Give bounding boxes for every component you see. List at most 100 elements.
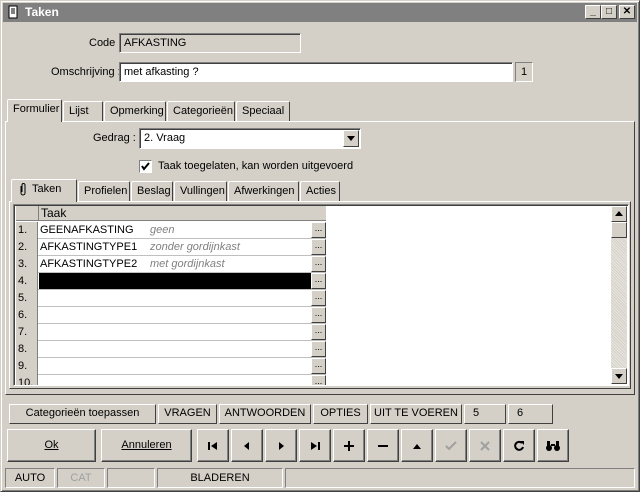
next-record-icon — [279, 441, 284, 450]
table-row[interactable]: 2. AFKASTINGTYPE1 zonder gordijnkast... — [16, 239, 326, 256]
tab-opmerking[interactable]: Opmerking — [104, 101, 166, 121]
row-number: 7. — [16, 324, 38, 341]
table-row[interactable]: 1. GEENAFKASTING geen... — [16, 222, 326, 239]
taak-toegelaten-label: Taak toegelaten, kan worden uitgevoerd — [158, 160, 354, 172]
table-row[interactable]: 10.... — [16, 375, 326, 385]
tab-afwerkingen[interactable]: Afwerkingen — [228, 181, 299, 201]
table-row[interactable]: 3. AFKASTINGTYPE2 met gordijnkast... — [16, 256, 326, 273]
dropdown-button[interactable] — [343, 130, 359, 147]
up-button[interactable] — [401, 429, 433, 462]
omschrijving-count: 1 — [515, 62, 533, 82]
row-description: zonder gordijnkast — [150, 241, 240, 253]
taken-grid: Taak 1. GEENAFKASTING geen... 2. AFKASTINGTY… — [13, 204, 629, 386]
row-value[interactable]: AFKASTINGTYPE2 — [40, 256, 137, 272]
row-ellipsis-button[interactable]: ... — [311, 375, 326, 385]
tab-formulier[interactable]: Formulier — [7, 99, 62, 122]
tab-profielen[interactable]: Profielen — [78, 181, 130, 201]
row-ellipsis-button[interactable]: ... — [311, 307, 326, 323]
row-ellipsis-button[interactable]: ... — [311, 256, 326, 272]
delete-icon — [378, 444, 388, 447]
vertical-scrollbar[interactable] — [611, 206, 627, 384]
gedrag-select[interactable]: 2. Vraag — [139, 128, 361, 149]
table-row[interactable]: 4.... — [16, 273, 326, 290]
tab-vullingen[interactable]: Vullingen — [174, 181, 227, 201]
refresh-icon — [514, 440, 524, 451]
row-description: geen — [150, 224, 175, 236]
status-mode: BLADEREN — [157, 468, 283, 488]
close-button[interactable]: ✕ — [619, 5, 635, 19]
tab-taken[interactable]: Taken — [11, 179, 77, 202]
row-value[interactable] — [39, 273, 311, 289]
row-ellipsis-button[interactable]: ... — [311, 239, 326, 255]
ok-button[interactable]: Ok — [7, 429, 96, 462]
up-icon — [413, 443, 421, 449]
chevron-down-icon — [347, 136, 355, 141]
row-ellipsis-button[interactable]: ... — [311, 222, 326, 238]
minimize-icon: _ — [590, 6, 596, 17]
button-6[interactable]: 6 — [508, 404, 553, 424]
categorieen-toepassen-button[interactable]: Categorieën toepassen — [9, 404, 156, 424]
document-icon — [6, 5, 20, 19]
opties-button[interactable]: OPTIES — [313, 404, 368, 424]
row-ellipsis-button[interactable]: ... — [311, 341, 326, 357]
row-value[interactable]: GEENAFKASTING — [40, 222, 134, 238]
paperclip-icon — [20, 183, 26, 196]
column-header-taak[interactable]: Taak — [38, 206, 326, 221]
window: Taken _ □ ✕ Code : AFKASTING Omschrijvin… — [0, 0, 640, 492]
taak-toegelaten-checkbox[interactable] — [139, 160, 152, 173]
last-record-button[interactable] — [299, 429, 331, 462]
checkmark-icon — [141, 162, 150, 171]
tab-categorieen[interactable]: Categorieën — [167, 101, 235, 121]
scroll-down-button[interactable] — [611, 368, 627, 384]
uit-te-voeren-button[interactable]: UIT TE VOEREN — [370, 404, 462, 424]
scroll-thumb[interactable] — [611, 222, 627, 238]
row-ellipsis-button[interactable]: ... — [311, 290, 326, 306]
button-5[interactable]: 5 — [464, 404, 506, 424]
omschrijving-field[interactable]: met afkasting ? — [119, 62, 513, 82]
row-number: 10. — [16, 375, 38, 385]
code-field[interactable]: AFKASTING — [119, 33, 301, 53]
cancel-button[interactable] — [469, 429, 501, 462]
delete-button[interactable] — [367, 429, 399, 462]
vragen-button[interactable]: VRAGEN — [158, 404, 217, 424]
tab-speciaal[interactable]: Speciaal — [236, 101, 290, 121]
previous-record-icon — [244, 441, 249, 450]
omschrijving-label: Omschrijving : — [51, 66, 121, 78]
tab-acties[interactable]: Acties — [300, 181, 340, 201]
maximize-icon: □ — [605, 6, 613, 17]
add-button[interactable] — [333, 429, 365, 462]
table-row[interactable]: 5.... — [16, 290, 326, 307]
table-row[interactable]: 8.... — [16, 341, 326, 358]
search-binoculars-icon — [546, 440, 560, 451]
status-empty-2 — [285, 468, 635, 488]
row-ellipsis-button[interactable]: ... — [311, 358, 326, 374]
confirm-button[interactable] — [435, 429, 467, 462]
annuleren-button[interactable]: Annuleren — [101, 429, 192, 462]
row-number: 2. — [16, 239, 38, 256]
tab-lijst[interactable]: Lijst — [63, 101, 103, 121]
maximize-button[interactable]: □ — [601, 5, 617, 19]
arrow-up-icon — [615, 211, 623, 216]
table-row[interactable]: 9.... — [16, 358, 326, 375]
tab-beslag[interactable]: Beslag — [131, 181, 173, 201]
row-ellipsis-button[interactable]: ... — [311, 324, 326, 340]
close-icon: ✕ — [622, 6, 632, 17]
next-record-button[interactable] — [265, 429, 297, 462]
refresh-button[interactable] — [503, 429, 535, 462]
table-row[interactable]: 7.... — [16, 324, 326, 341]
gedrag-label: Gedrag : — [93, 132, 136, 144]
code-label: Code : — [89, 37, 122, 49]
window-title: Taken — [25, 5, 59, 19]
row-value[interactable]: AFKASTINGTYPE1 — [40, 239, 137, 255]
table-row[interactable]: 6.... — [16, 307, 326, 324]
scroll-up-button[interactable] — [611, 206, 627, 222]
search-button[interactable] — [537, 429, 569, 462]
antwoorden-button[interactable]: ANTWOORDEN — [219, 404, 311, 424]
first-record-icon — [208, 441, 217, 450]
minimize-button[interactable]: _ — [585, 5, 601, 19]
title-bar: Taken _ □ ✕ — [3, 3, 637, 22]
previous-record-button[interactable] — [231, 429, 263, 462]
row-ellipsis-button[interactable]: ... — [311, 273, 326, 289]
first-record-button[interactable] — [197, 429, 229, 462]
gedrag-value: 2. Vraag — [144, 132, 186, 144]
